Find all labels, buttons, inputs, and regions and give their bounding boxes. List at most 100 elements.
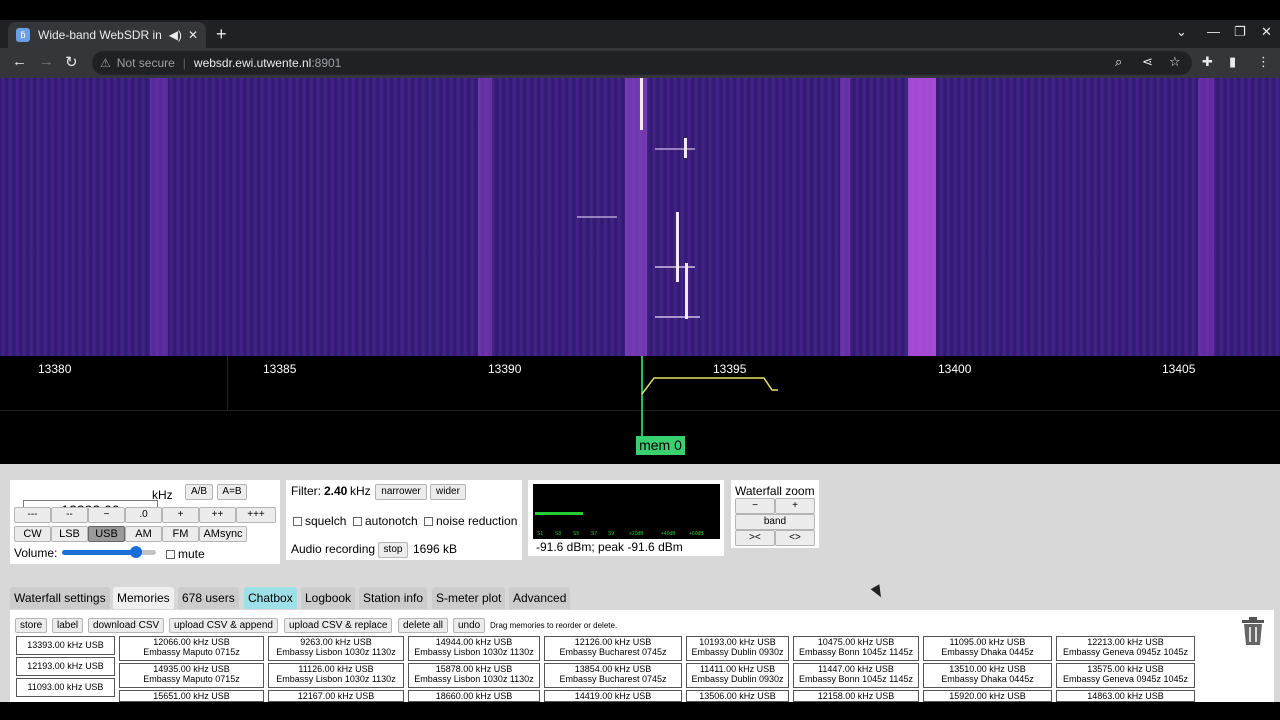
- close-tab-icon[interactable]: ✕: [188, 28, 198, 42]
- memory-entry[interactable]: 12213.00 kHz USB Embassy Geneva 0945z 104…: [1056, 636, 1195, 661]
- tab-users[interactable]: 678 users: [178, 587, 239, 609]
- tab-memories[interactable]: Memories: [113, 587, 174, 609]
- forward-icon[interactable]: →: [39, 53, 54, 70]
- mode-usb-button[interactable]: USB: [88, 526, 125, 542]
- mode-lsb-button[interactable]: LSB: [51, 526, 88, 542]
- memory-entry[interactable]: 18660.00 kHz USB: [408, 690, 540, 702]
- memory-entry[interactable]: 15920.00 kHz USB: [923, 690, 1052, 702]
- narrower-button[interactable]: narrower: [375, 484, 427, 500]
- memory-entry[interactable]: 12126.00 kHz USB Embassy Bucharest 0745z: [544, 636, 682, 661]
- side-panel-icon[interactable]: ▮: [1229, 54, 1236, 70]
- memory-marker[interactable]: mem 0: [636, 436, 685, 455]
- step-up-2-button[interactable]: ++: [199, 507, 236, 523]
- wider-button[interactable]: wider: [430, 484, 466, 500]
- a-equals-b-button[interactable]: A=B: [217, 484, 247, 500]
- tab-chatbox[interactable]: Chatbox: [244, 587, 297, 609]
- memory-entry[interactable]: 13510.00 kHz USB Embassy Dhaka 0445z: [923, 663, 1052, 688]
- volume-slider-knob[interactable]: [130, 546, 142, 558]
- squelch-check-box[interactable]: [293, 517, 302, 526]
- stop-recording-button[interactable]: stop: [378, 542, 408, 558]
- autonotch-check-box[interactable]: [353, 517, 362, 526]
- memory-entry[interactable]: 12158.00 kHz USB: [793, 690, 919, 702]
- reload-icon[interactable]: ↻: [65, 53, 78, 71]
- mute-check-box[interactable]: [166, 550, 175, 559]
- extensions-icon[interactable]: ✚: [1202, 54, 1213, 70]
- memory-entry[interactable]: 10475.00 kHz USB Embassy Bonn 1045z 1145z: [793, 636, 919, 661]
- step-up-3-button[interactable]: +++: [236, 507, 276, 523]
- tab-advanced[interactable]: Advanced: [509, 587, 571, 609]
- step-down-3-button[interactable]: ---: [14, 507, 51, 523]
- memory-entry[interactable]: 13854.00 kHz USB Embassy Bucharest 0745z: [544, 663, 682, 688]
- upload-csv-append-button[interactable]: upload CSV & append: [169, 618, 278, 633]
- mode-amsync-button[interactable]: AMsync: [199, 526, 247, 542]
- tab-search-icon[interactable]: ⌄: [1176, 24, 1187, 40]
- memory-entry[interactable]: 11447.00 kHz USB Embassy Bonn 1045z 1145z: [793, 663, 919, 688]
- zoom-band-button[interactable]: band: [735, 514, 815, 530]
- upload-csv-replace-button[interactable]: upload CSV & replace: [284, 618, 393, 633]
- memory-entry[interactable]: 11411.00 kHz USB Embassy Dublin 0930z: [686, 663, 789, 688]
- menu-icon[interactable]: ⋮: [1257, 54, 1270, 70]
- new-tab-icon[interactable]: +: [216, 24, 227, 45]
- noise-reduction-check-box[interactable]: [424, 517, 433, 526]
- noise-reduction-checkbox[interactable]: noise reduction: [424, 514, 517, 528]
- memory-entry[interactable]: 12066.00 kHz USB Embassy Maputo 0715z: [119, 636, 264, 661]
- frequency-scale[interactable]: 13380 13385 13390 13395 13400 13405 mem …: [0, 356, 1280, 464]
- zoom-icon[interactable]: ⌕: [1115, 54, 1122, 70]
- memory-entry[interactable]: 9263.00 kHz USB Embassy Lisbon 1030z 1130…: [268, 636, 404, 661]
- back-icon[interactable]: ←: [12, 53, 27, 70]
- step-up-1-button[interactable]: +: [162, 507, 199, 523]
- share-icon[interactable]: ⋖: [1142, 54, 1153, 70]
- tab-smeter-plot[interactable]: S-meter plot: [432, 587, 506, 609]
- label-button[interactable]: label: [52, 618, 84, 633]
- zoom-narrow-button[interactable]: ><: [735, 530, 775, 546]
- memory-entry[interactable]: 15878.00 kHz USB Embassy Lisbon 1030z 113…: [408, 663, 540, 688]
- tuning-cursor[interactable]: [641, 356, 643, 436]
- download-csv-button[interactable]: download CSV: [88, 618, 165, 633]
- tab-waterfall-settings[interactable]: Waterfall settings: [10, 587, 110, 609]
- passband-indicator[interactable]: [640, 374, 780, 396]
- memory-entry[interactable]: 15651.00 kHz USB: [119, 690, 264, 702]
- zoom-wide-button[interactable]: <>: [775, 530, 815, 546]
- squelch-checkbox[interactable]: squelch: [293, 514, 346, 528]
- browser-tab[interactable]: ƃ Wide-band WebSDR in Ensch ◀) ✕: [8, 22, 206, 48]
- volume-slider[interactable]: [62, 550, 136, 555]
- memory-entry[interactable]: 14944.00 kHz USB Embassy Lisbon 1030z 113…: [408, 636, 540, 661]
- memory-entry[interactable]: 10193.00 kHz USB Embassy Dublin 0930z: [686, 636, 789, 661]
- bookmark-star-icon[interactable]: ☆: [1169, 54, 1181, 70]
- waterfall-display[interactable]: [0, 78, 1280, 356]
- window-close-icon[interactable]: ✕: [1261, 24, 1272, 40]
- memory-entry[interactable]: 12167.00 kHz USB: [268, 690, 404, 702]
- autonotch-checkbox[interactable]: autonotch: [353, 514, 418, 528]
- store-button[interactable]: store: [15, 618, 48, 633]
- mute-checkbox[interactable]: mute: [166, 547, 205, 561]
- memory-entry[interactable]: 12193.00 kHz USB: [16, 657, 115, 676]
- zoom-in-button[interactable]: +: [775, 498, 815, 514]
- mode-am-button[interactable]: AM: [125, 526, 162, 542]
- memory-entry[interactable]: 14863.00 kHz USB: [1056, 690, 1195, 702]
- step-down-2-button[interactable]: --: [51, 507, 88, 523]
- tab-logbook[interactable]: Logbook: [301, 587, 356, 609]
- memory-entry[interactable]: 13506.00 kHz USB: [686, 690, 789, 702]
- memory-entry[interactable]: 11093.00 kHz USB: [16, 678, 115, 697]
- url-port: :8901: [311, 56, 342, 70]
- trash-icon[interactable]: [1240, 616, 1266, 646]
- delete-all-button[interactable]: delete all: [398, 618, 449, 633]
- zoom-out-button[interactable]: −: [735, 498, 775, 514]
- round-button[interactable]: .0: [125, 507, 162, 523]
- memory-entry[interactable]: 13575.00 kHz USB Embassy Geneva 0945z 104…: [1056, 663, 1195, 688]
- tab-audio-icon[interactable]: ◀): [169, 28, 182, 42]
- memory-entry[interactable]: 14419.00 kHz USB: [544, 690, 682, 702]
- memory-entry[interactable]: 11126.00 kHz USB Embassy Lisbon 1030z 113…: [268, 663, 404, 688]
- restore-icon[interactable]: ❐: [1234, 24, 1246, 40]
- memory-entry[interactable]: 11095.00 kHz USB Embassy Dhaka 0445z: [923, 636, 1052, 661]
- memory-entry[interactable]: 14935.00 kHz USB Embassy Maputo 0715z: [119, 663, 264, 688]
- undo-button[interactable]: undo: [453, 618, 486, 633]
- mode-fm-button[interactable]: FM: [162, 526, 199, 542]
- mode-cw-button[interactable]: CW: [14, 526, 51, 542]
- step-down-1-button[interactable]: −: [88, 507, 125, 523]
- minimize-icon[interactable]: —: [1207, 24, 1220, 39]
- memory-entry[interactable]: 13393.00 kHz USB: [16, 636, 115, 655]
- tab-station-info[interactable]: Station info: [359, 587, 428, 609]
- address-bar[interactable]: ⚠ Not secure | websdr.ewi.utwente.nl :89…: [92, 51, 1192, 75]
- ab-button[interactable]: A/B: [185, 484, 213, 500]
